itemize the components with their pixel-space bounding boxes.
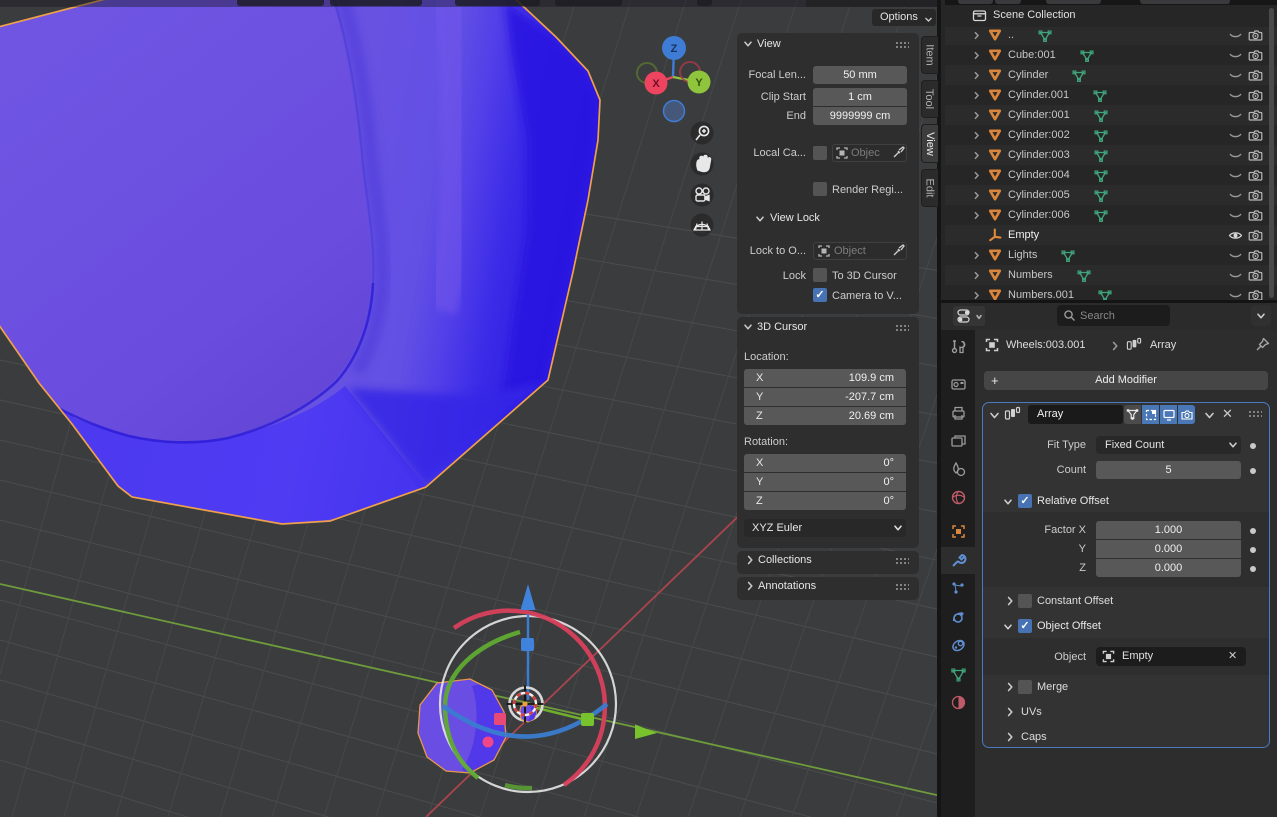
svg-text:Z: Z <box>671 43 678 55</box>
svg-text:X: X <box>652 78 660 90</box>
svg-text:Y: Y <box>695 77 703 89</box>
